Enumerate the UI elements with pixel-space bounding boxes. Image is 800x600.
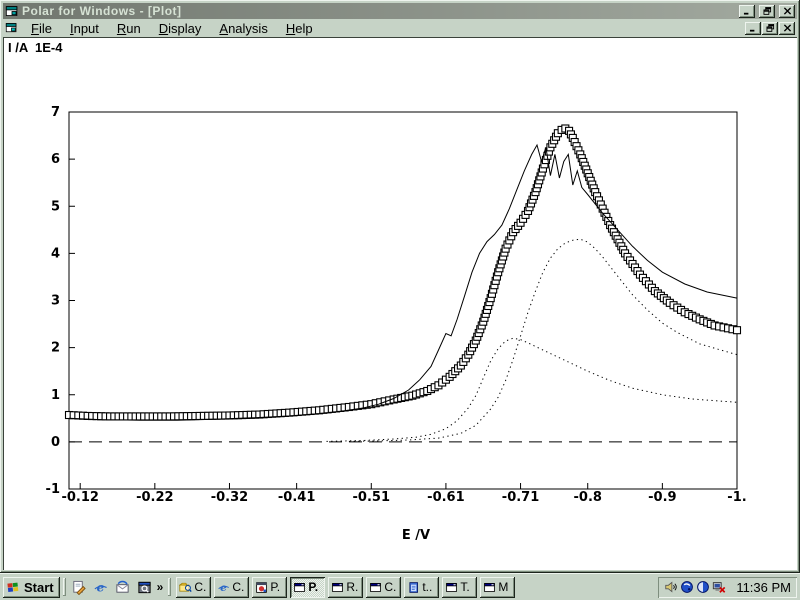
mdi-restore-button[interactable] [762, 22, 778, 35]
x-tick-label: -0.71 [502, 490, 539, 505]
viewer-icon [137, 580, 152, 595]
window-icon [331, 581, 344, 594]
taskbar-button-2[interactable]: P. [252, 577, 287, 598]
series-1 [69, 145, 737, 420]
y-tick-label: 6 [51, 152, 60, 167]
show-desktop-icon [71, 580, 86, 595]
blue-app-1-icon[interactable] [680, 580, 694, 594]
app-window-icon[interactable] [5, 5, 19, 18]
axes-box [69, 112, 737, 489]
windows-logo-icon [6, 580, 21, 594]
x-axis-title: E /V [402, 528, 430, 543]
y-tick-label: 3 [51, 294, 60, 309]
taskbar-button-label: C. [194, 580, 206, 594]
network-offline-icon[interactable] [712, 580, 726, 594]
taskbar-button-8[interactable]: M [480, 577, 515, 598]
blue-app-2-icon[interactable] [696, 580, 710, 594]
taskbar-button-7[interactable]: T. [442, 577, 477, 598]
x-tick-label: -0.61 [427, 490, 464, 505]
x-tick-label: -0.41 [278, 490, 315, 505]
taskbar-button-0[interactable]: C. [176, 577, 211, 598]
taskbar-button-label: C. [384, 580, 396, 594]
x-tick-label: -0.8 [574, 490, 602, 505]
minimize-button[interactable] [739, 5, 755, 18]
start-label: Start [24, 580, 54, 595]
start-button[interactable]: Start [3, 577, 60, 598]
menu-analysis[interactable]: Analysis [210, 20, 276, 37]
menu-input[interactable]: Input [61, 20, 108, 37]
x-tick-label: -1. [727, 490, 746, 505]
mdi-close-button[interactable] [779, 22, 795, 35]
menu-help[interactable]: Help [277, 20, 322, 37]
y-tick-label: -1 [46, 482, 60, 497]
series-0 [66, 125, 741, 420]
x-tick-label: -0.51 [353, 490, 390, 505]
tray-icons [664, 580, 726, 594]
quicklaunch-show-desktop[interactable] [69, 577, 89, 597]
menu-file[interactable]: File [22, 20, 61, 37]
svg-text:e: e [220, 582, 227, 594]
menu-display[interactable]: Display [150, 20, 211, 37]
app-icon [255, 581, 268, 594]
y-tick-label: 5 [51, 199, 60, 214]
svg-text:e: e [97, 580, 105, 594]
restore-button[interactable] [759, 5, 775, 18]
folder-search-icon [179, 581, 192, 594]
menu-bar: FileInputRunDisplayAnalysisHelp [3, 19, 797, 37]
quicklaunch-outlook-express[interactable] [113, 577, 133, 597]
plot-client-area: I /A 1E-4 -0.12-0.22-0.32-0.41-0.51-0.61… [3, 37, 797, 570]
internet-explorer-icon: e [93, 580, 108, 595]
taskbar-button-label: R. [346, 580, 358, 594]
quick-launch-bar: e [69, 577, 155, 597]
taskbar-button-label: T. [460, 580, 469, 594]
taskbar-window-buttons: C. e C. P. P. R. C. t.. T. M [176, 577, 515, 598]
taskbar: Start e » C. e C. P. P. R. C. t.. T. M 11:36 PM [0, 573, 800, 600]
system-tray: 11:36 PM [658, 577, 797, 598]
taskbar-grip-2[interactable] [168, 578, 171, 596]
taskbar-button-1[interactable]: e C. [214, 577, 249, 598]
taskbar-grip[interactable] [63, 578, 66, 596]
voltammogram-plot: -0.12 -0.22 -0.32 -0.41 -0.51 -0.61 -0.71 -0.8 -… [4, 38, 798, 571]
quicklaunch-overflow-chevron[interactable]: » [155, 582, 166, 592]
app-window: Polar for Windows - [Plot] FileInputRunD… [0, 0, 800, 573]
taskbar-button-5[interactable]: C. [366, 577, 401, 598]
series-3 [327, 338, 738, 441]
window-icon [483, 581, 496, 594]
taskbar-button-label: P. [308, 580, 318, 594]
menu-bar-items: FileInputRunDisplayAnalysisHelp [22, 20, 744, 37]
taskbar-button-label: P. [270, 580, 280, 594]
y-tick-label: 4 [51, 246, 60, 261]
quicklaunch-internet-explorer[interactable]: e [91, 577, 111, 597]
x-tick-label: -0.9 [648, 490, 676, 505]
quicklaunch-viewer[interactable] [135, 577, 155, 597]
volume-icon[interactable] [664, 580, 678, 594]
notepad-icon [407, 581, 420, 594]
taskbar-button-label: C. [232, 580, 244, 594]
x-tick-label: -0.12 [61, 490, 98, 505]
window-icon [445, 581, 458, 594]
taskbar-button-label: t.. [422, 580, 432, 594]
series-2 [349, 239, 737, 441]
y-tick-label: 0 [51, 435, 60, 450]
tray-clock[interactable]: 11:36 PM [736, 580, 791, 595]
window-icon [369, 581, 382, 594]
taskbar-button-3[interactable]: P. [290, 577, 325, 598]
window-title: Polar for Windows - [Plot] [22, 4, 735, 18]
mdi-child-icon[interactable] [5, 22, 18, 34]
y-tick-label: 7 [51, 105, 60, 120]
taskbar-button-4[interactable]: R. [328, 577, 363, 598]
x-tick-label: -0.22 [136, 490, 173, 505]
outlook-express-icon [115, 580, 130, 595]
window-icon [293, 581, 306, 594]
taskbar-button-6[interactable]: t.. [404, 577, 439, 598]
internet-explorer-icon: e [217, 581, 230, 594]
y-tick-label: 2 [51, 341, 60, 356]
titlebar: Polar for Windows - [Plot] [3, 3, 797, 19]
taskbar-button-label: M [498, 580, 508, 594]
menu-run[interactable]: Run [108, 20, 150, 37]
x-tick-label: -0.32 [211, 490, 248, 505]
close-button[interactable] [779, 5, 795, 18]
y-tick-label: 1 [51, 388, 60, 403]
mdi-minimize-button[interactable] [745, 22, 761, 35]
